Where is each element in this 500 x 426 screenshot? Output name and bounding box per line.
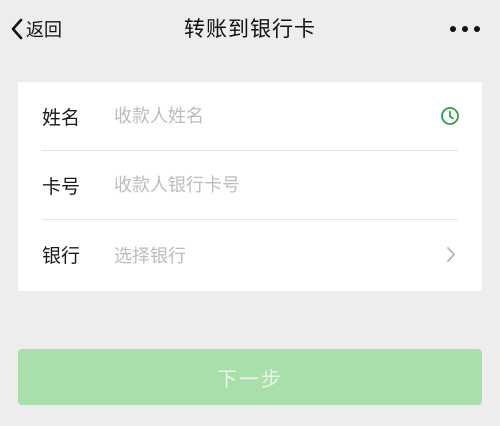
clock-icon[interactable] <box>440 106 460 126</box>
card-number-input[interactable] <box>114 175 424 196</box>
transfer-form: 姓名 卡号 银行 选择银行 <box>18 82 482 291</box>
page-title: 转账到银行卡 <box>184 17 316 41</box>
name-label: 姓名 <box>42 107 81 129</box>
more-icon <box>450 26 456 32</box>
name-row: 姓名 <box>18 82 482 151</box>
card-label: 卡号 <box>42 176 81 198</box>
more-icon-dot <box>474 26 480 32</box>
next-step-button[interactable]: 下一步 <box>18 349 482 405</box>
chevron-right-icon <box>447 247 455 262</box>
name-input[interactable] <box>114 106 424 127</box>
bank-label: 银行 <box>42 245 81 267</box>
bank-row[interactable]: 银行 选择银行 <box>18 220 482 289</box>
more-button[interactable] <box>450 22 480 36</box>
next-step-label: 下一步 <box>217 366 283 391</box>
more-icon-dot <box>462 26 468 32</box>
bank-select[interactable]: 选择银行 <box>114 242 186 268</box>
navigation-bar: 返回 转账到银行卡 <box>0 0 500 58</box>
card-row: 卡号 <box>18 151 482 220</box>
